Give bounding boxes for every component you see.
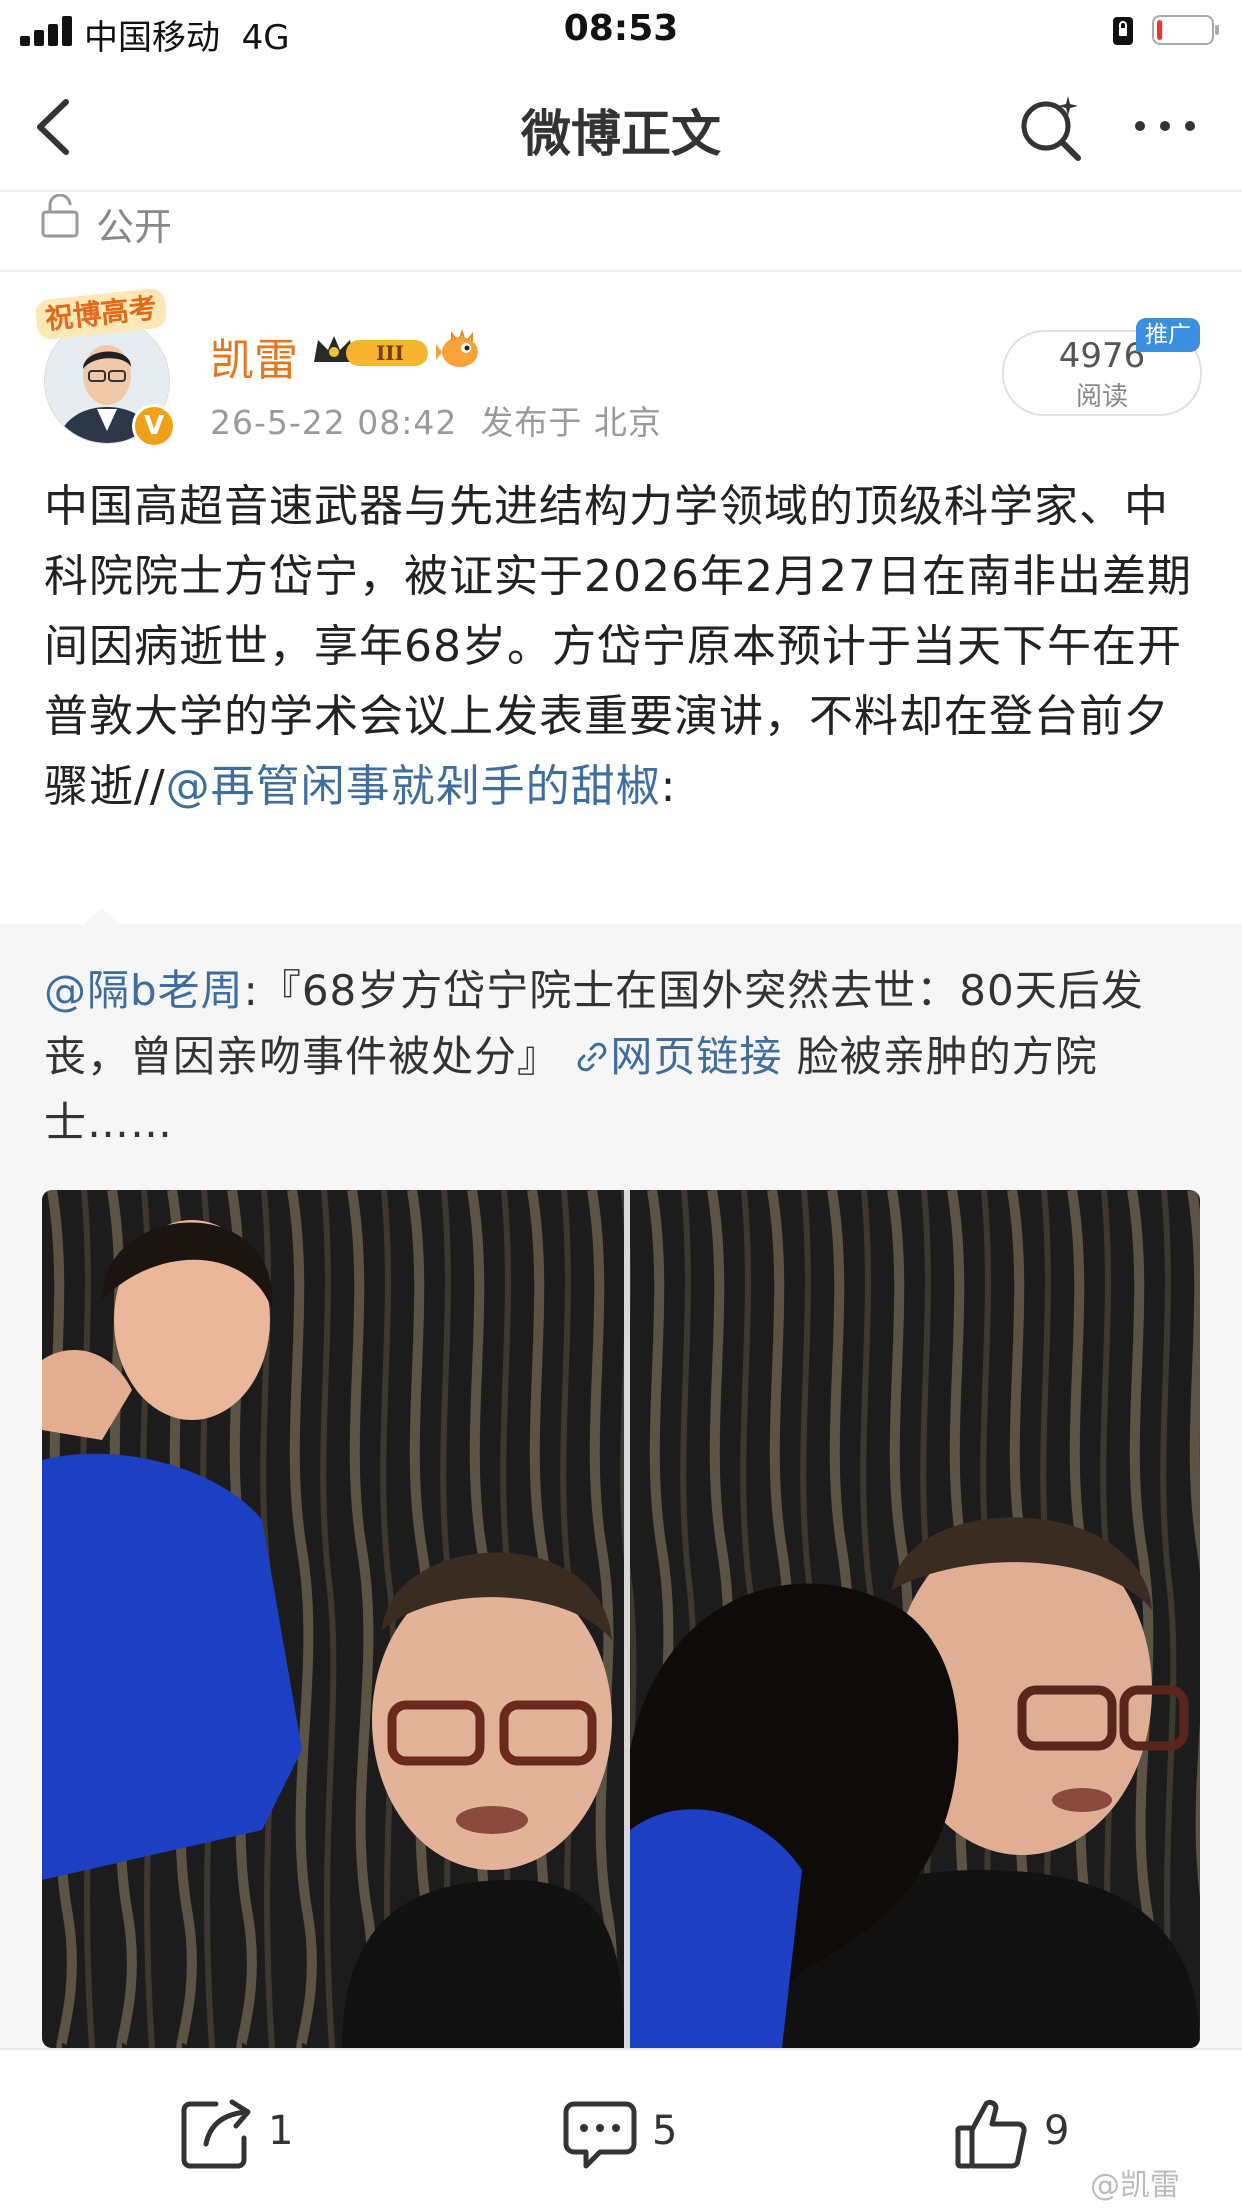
orientation-lock-icon <box>1113 17 1133 45</box>
watermark: @凯雷 <box>1090 2168 1180 2203</box>
rank-label: III <box>376 341 404 365</box>
web-link-label: 网页链接 <box>610 1032 783 1081</box>
share-count: 1 <box>268 2108 294 2154</box>
read-label: 阅读 <box>1075 382 1128 412</box>
link-icon <box>578 1042 607 1072</box>
post-body: 中国高超音速武器与先进结构力学领域的顶级科学家、中科院院士方岱宁，被证实于202… <box>44 472 1204 822</box>
share-icon <box>181 2099 251 2169</box>
repost-author-link[interactable]: @隔b老周 <box>44 966 244 1015</box>
repost-text: @隔b老周:『68岁方岱宁院士在国外突然去世：80天后发丧，曾因亲吻事件被处分』… <box>44 958 1204 1156</box>
lock-icon <box>41 194 79 238</box>
status-bar: 中国移动 4G 08:53 <box>0 0 1242 64</box>
repost-photo[interactable] <box>42 1190 1200 2048</box>
clock: 08:53 <box>563 8 679 49</box>
verified-icon: V <box>132 404 176 448</box>
mention-suffix: : <box>660 761 677 812</box>
share-button[interactable]: 1 <box>176 2094 316 2174</box>
pufferfish-icon[interactable] <box>436 330 484 372</box>
location-prefix: 发布于 <box>480 403 583 442</box>
more-icon[interactable] <box>1130 114 1200 138</box>
nav-bar: 微博正文 <box>0 64 1242 192</box>
search-icon[interactable] <box>1014 90 1090 166</box>
thumbs-up-icon <box>955 2099 1027 2169</box>
post-meta: 26-5-22 08:42 发布于 北京 <box>210 396 662 444</box>
like-button[interactable]: 9 <box>952 2094 1092 2174</box>
promo-tag[interactable]: 推广 <box>1136 318 1200 352</box>
privacy-label: 公开 <box>96 205 173 249</box>
battery-icon <box>1152 15 1219 45</box>
comment-icon <box>563 2101 637 2169</box>
like-count: 9 <box>1044 2108 1070 2154</box>
author-name[interactable]: 凯雷 <box>210 324 298 388</box>
post-timestamp: 26-5-22 08:42 <box>210 403 458 442</box>
web-link[interactable]: 网页链接 <box>574 1032 782 1081</box>
photo-collage-image <box>42 1190 1200 2048</box>
comment-button[interactable]: 5 <box>560 2094 700 2174</box>
mention-link[interactable]: @再管闲事就剁手的甜椒 <box>166 761 661 812</box>
comment-count: 5 <box>652 2108 678 2154</box>
post-location: 北京 <box>593 403 662 442</box>
action-toolbar: 1 5 9 <box>0 2048 1242 2210</box>
crown-rank-icon[interactable]: III <box>310 332 432 372</box>
privacy-row: 公开 <box>0 192 1242 272</box>
